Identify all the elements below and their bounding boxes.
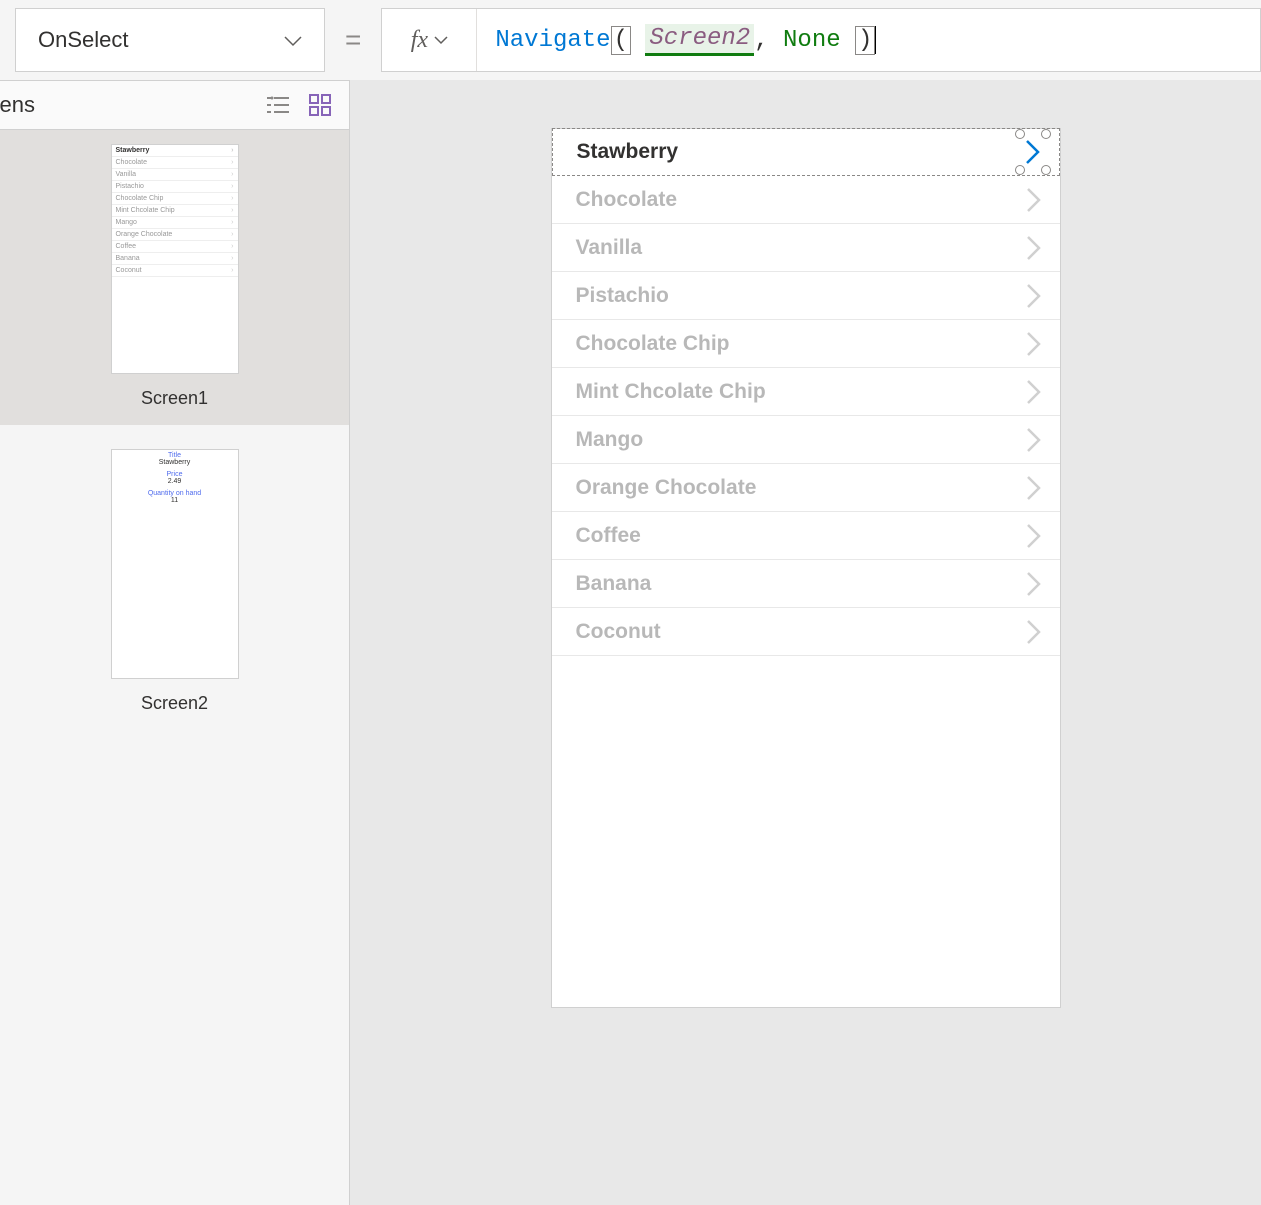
next-arrow-icon[interactable] [1026,379,1042,405]
gallery-item[interactable]: Banana [552,560,1060,608]
tree-view-icon[interactable] [267,96,289,114]
formula-bar: fx Navigate( Screen2, None ) [381,8,1261,72]
thumb-list-row: Pistachio› [112,181,238,193]
chevron-down-icon [434,35,448,45]
gallery-item[interactable]: Chocolate [552,176,1060,224]
fx-button[interactable]: fx [382,9,477,71]
open-paren: ( [611,26,631,55]
next-arrow-icon[interactable] [1026,475,1042,501]
gallery-item-label: Vanilla [576,236,643,260]
gallery-item[interactable]: Orange Chocolate [552,464,1060,512]
form-value: Stawberry [112,459,238,469]
thumbnail-preview: Stawberry›Chocolate›Vanilla›Pistachio›Ch… [111,144,239,374]
gallery-item-label: Orange Chocolate [576,476,757,500]
gallery-item-label: Mint Chcolate Chip [576,380,766,404]
thumb-list-row: Coconut› [112,265,238,277]
next-arrow-icon[interactable] [1026,619,1042,645]
property-dropdown-value: OnSelect [38,27,129,53]
thumb-list-row: Chocolate Chip› [112,193,238,205]
gallery-item[interactable]: Chocolate Chip [552,320,1060,368]
thumbnail-preview: Title Stawberry Price 2.49 Quantity on h… [111,449,239,679]
gallery-item-label: Pistachio [576,284,669,308]
next-arrow-icon[interactable] [1026,283,1042,309]
panel-title: reens [0,92,35,118]
thumb-list-row: Coffee› [112,241,238,253]
text-cursor [875,26,876,54]
next-arrow-icon[interactable] [1026,427,1042,453]
gallery-item[interactable]: Stawberry [552,128,1060,176]
next-arrow-icon[interactable] [1026,571,1042,597]
next-arrow-icon[interactable] [1026,187,1042,213]
panel-header: reens [0,80,349,130]
gallery-item-label: Coffee [576,524,641,548]
thumb-list-row: Banana› [112,253,238,265]
property-dropdown[interactable]: OnSelect [15,8,325,72]
thumb-list-row: Chocolate› [112,157,238,169]
form-value: 11 [112,497,238,507]
next-arrow-icon[interactable] [1026,523,1042,549]
form-label: Quantity on hand [112,488,238,497]
next-arrow-icon[interactable] [1026,235,1042,261]
gallery-item-label: Coconut [576,620,661,644]
app-screen: Stawberry Chocolate Vanilla Pistachio Chocol… [551,128,1061,1008]
next-arrow-icon[interactable] [1025,139,1041,165]
gallery-item-label: Stawberry [577,140,679,164]
close-paren: ) [855,26,875,55]
gallery-item[interactable]: Coconut [552,608,1060,656]
formula-function: Navigate [495,27,610,54]
comma: , [754,27,768,54]
gallery-item[interactable]: Mango [552,416,1060,464]
formula-input[interactable]: Navigate( Screen2, None ) [477,24,1260,56]
equals-label: = [345,24,361,56]
gallery-item-label: Mango [576,428,644,452]
screens-panel: reens [0,80,350,1205]
thumbnail-view-icon[interactable] [309,94,331,116]
gallery-item[interactable]: Pistachio [552,272,1060,320]
gallery-item-label: Chocolate Chip [576,332,730,356]
gallery-item[interactable]: Vanilla [552,224,1060,272]
thumb-list-row: Orange Chocolate› [112,229,238,241]
thumb-list-row: Vanilla› [112,169,238,181]
thumbnail-label: Screen2 [0,693,349,714]
gallery-item-label: Banana [576,572,652,596]
screen-thumbnail-screen1[interactable]: Stawberry›Chocolate›Vanilla›Pistachio›Ch… [0,130,349,425]
chevron-down-icon [284,27,302,53]
thumb-list-row: Mango› [112,217,238,229]
thumb-list-row: Mint Chcolate Chip› [112,205,238,217]
formula-arg2: None [783,27,841,54]
gallery-item[interactable]: Mint Chcolate Chip [552,368,1060,416]
gallery-item-label: Chocolate [576,188,678,212]
form-label: Price [112,469,238,478]
fx-icon: fx [411,27,428,54]
formula-arg1: Screen2 [645,24,754,56]
design-canvas[interactable]: Stawberry Chocolate Vanilla Pistachio Chocol… [350,80,1261,1205]
formula-toolbar: OnSelect = fx Navigate( Screen2, None ) [0,0,1261,80]
screen-thumbnail-screen2[interactable]: Title Stawberry Price 2.49 Quantity on h… [0,449,349,714]
form-value: 2.49 [112,478,238,488]
next-arrow-icon[interactable] [1026,331,1042,357]
thumb-list-row: Stawberry› [112,145,238,157]
form-label: Title [112,450,238,459]
gallery-item[interactable]: Coffee [552,512,1060,560]
thumbnail-label: Screen1 [0,388,349,409]
